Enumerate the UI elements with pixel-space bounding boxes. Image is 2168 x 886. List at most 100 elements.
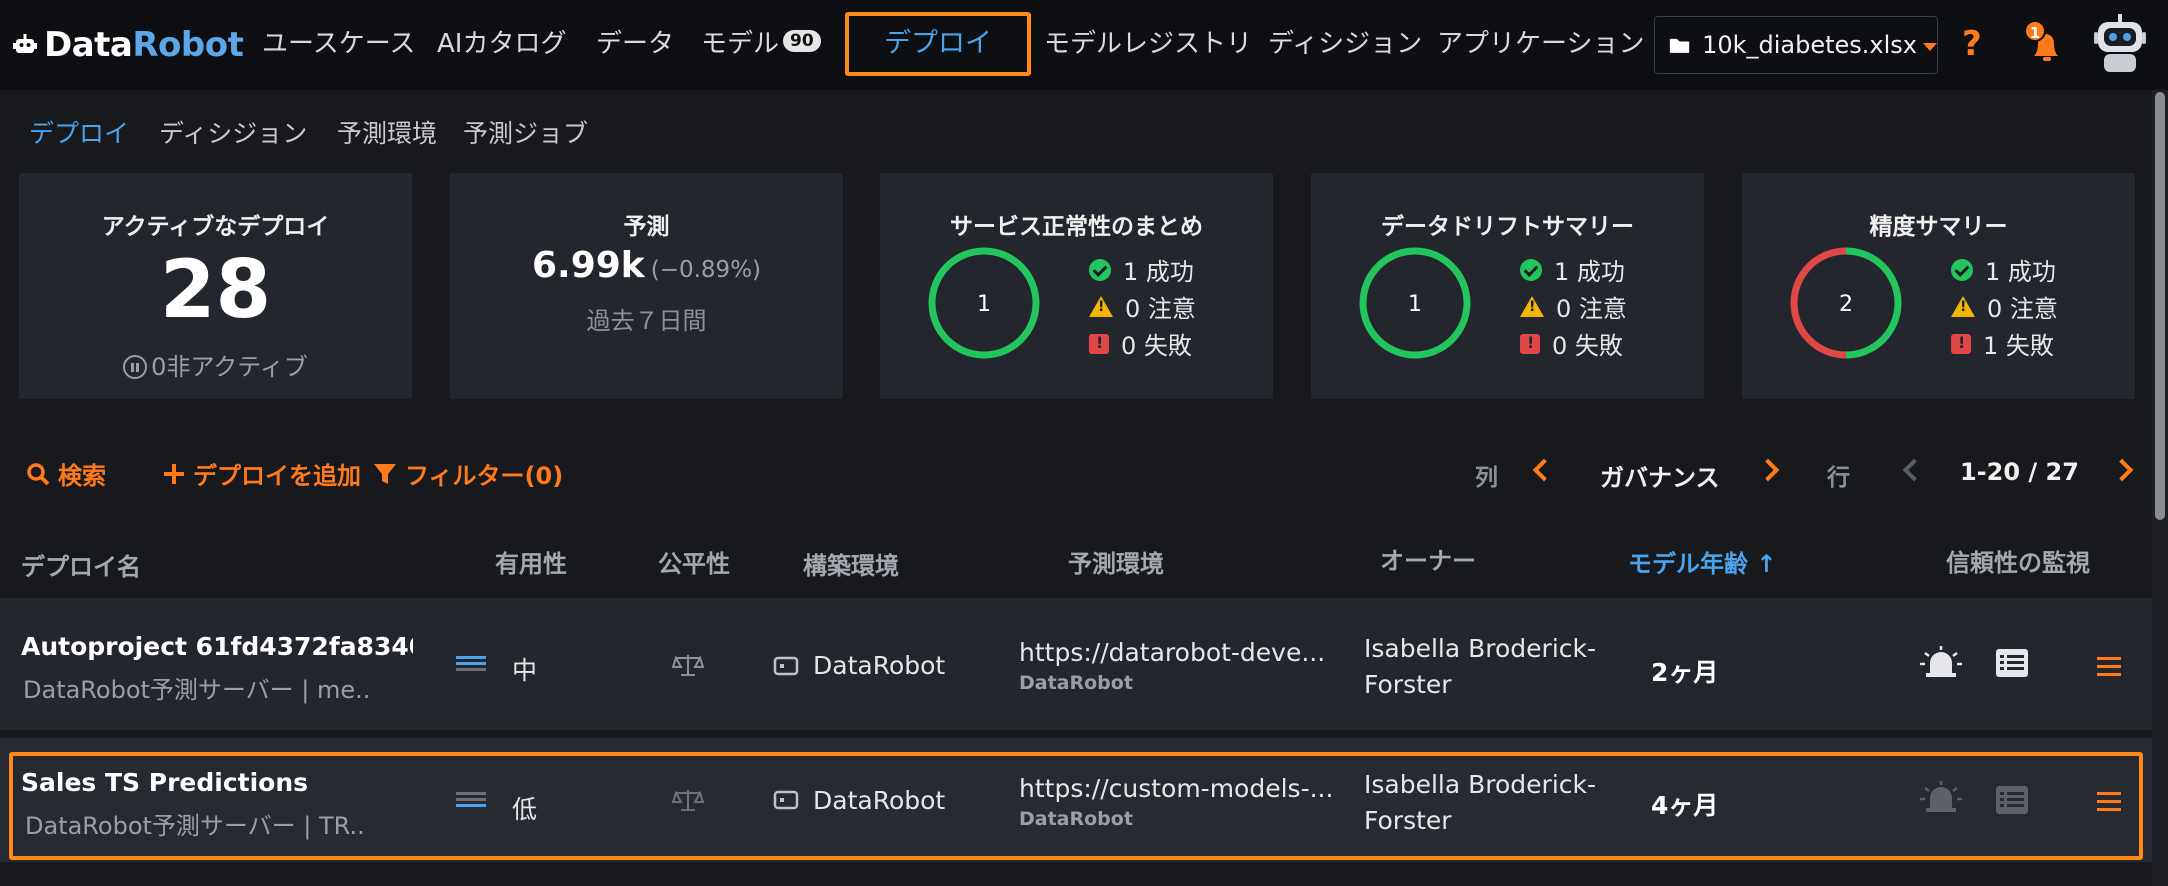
nav-ai-catalog[interactable]: AIカタログ [437, 24, 566, 64]
owner-name-line1: Isabella Broderick- [1364, 634, 1597, 663]
subtab-deployments[interactable]: デプロイ [29, 114, 129, 150]
ring-value: 1 [977, 292, 991, 317]
model-age: 2ヶ月 [1651, 658, 1719, 687]
ring-value: 2 [1839, 292, 1853, 317]
project-name: 10k_diabetes.xlsx [1702, 31, 1917, 59]
nav-model-registry[interactable]: モデルレジストリ [1044, 24, 1252, 64]
notification-count: 1 [2024, 20, 2046, 42]
subtab-decisions[interactable]: ディシジョン [159, 114, 307, 150]
success-check-icon [1951, 258, 1973, 281]
status-ring-chart: 2 [1790, 247, 1902, 359]
card-title: 予測 [623, 214, 670, 240]
nav-models[interactable]: モデル 90 [701, 24, 821, 64]
status-warning-label: 0 注意 [1125, 295, 1196, 323]
page-range-value: 1-20 [1960, 458, 2021, 486]
nav-applications[interactable]: アプリケーション [1437, 24, 1644, 64]
add-deployment-label: デプロイを追加 [193, 462, 361, 490]
subtab-prediction-environments[interactable]: 予測環境 [337, 114, 437, 150]
project-selector[interactable]: 10k_diabetes.xlsx [1654, 16, 1938, 74]
prediction-environment-platform: DataRobot [1019, 672, 1133, 694]
utility-bars-icon [456, 656, 486, 676]
status-failure-row: 0 失敗 [1089, 325, 1196, 362]
nav-usecases[interactable]: ユースケース [262, 24, 415, 64]
prediction-environment-url[interactable]: https://datarobot-deve... [1019, 638, 1325, 667]
notifications-button[interactable]: 1 [2024, 20, 2064, 66]
nav-data[interactable]: データ [596, 24, 674, 64]
columns-prev-icon[interactable] [1532, 458, 1556, 482]
filter-button[interactable]: フィルター(0) [373, 456, 563, 491]
selected-row-highlight [9, 752, 2143, 860]
subtab-prediction-jobs[interactable]: 予測ジョブ [463, 114, 588, 150]
brand-part-robot: Robot [132, 25, 244, 65]
alarm-siren-icon[interactable] [1920, 645, 1962, 679]
nav-deployments[interactable]: デプロイ [845, 12, 1031, 76]
column-header-fairness[interactable]: 公平性 [658, 544, 730, 579]
columns-next-icon[interactable] [1756, 458, 1780, 482]
accuracy-ring: 2 [1788, 245, 1904, 361]
accuracy-status-list: 1 成功 0 注意 1 失敗 [1951, 251, 2058, 362]
page-total: 27 [2045, 458, 2079, 486]
status-success-label: 1 成功 [1985, 258, 2056, 286]
column-header-name[interactable]: デプロイ名 [21, 547, 141, 582]
plus-icon [164, 463, 184, 484]
warning-triangle-icon [1520, 296, 1544, 317]
list-report-icon[interactable] [1995, 648, 2029, 678]
service-health-status-list: 1 成功 0 注意 0 失敗 [1089, 251, 1196, 362]
add-deployment-button[interactable]: デプロイを追加 [163, 456, 361, 491]
card-title: データドリフトサマリー [1381, 214, 1634, 240]
user-avatar[interactable] [2090, 12, 2150, 78]
page-next-icon[interactable] [2110, 458, 2134, 482]
brand-name: DataRobot [44, 25, 244, 65]
predictions-change: (−0.89%) [650, 257, 762, 283]
data-drift-ring: 1 [1357, 245, 1473, 361]
status-success-row: 1 成功 [1089, 251, 1196, 288]
card-title: サービス正常性のまとめ [950, 214, 1203, 240]
nav-models-label: モデル [701, 29, 780, 59]
success-check-icon [1520, 258, 1542, 281]
column-header-utility[interactable]: 有用性 [495, 544, 567, 579]
status-warning-row: 0 注意 [1520, 288, 1627, 325]
search-icon [27, 462, 50, 485]
predictions-value-row: 6.99k (−0.89%) [450, 245, 843, 286]
inactive-deployments: 0非アクティブ [19, 347, 412, 382]
fairness-scale-icon[interactable] [672, 652, 704, 678]
status-failure-label: 0 失敗 [1121, 332, 1192, 360]
predictions-card: 予測 6.99k (−0.89%) 過去７日間 [450, 173, 843, 399]
datarobot-logo[interactable]: DataRobot [12, 25, 244, 65]
utility-value: 中 [512, 656, 538, 685]
failure-alert-icon [1089, 333, 1109, 354]
failure-alert-icon [1951, 333, 1971, 354]
filter-label: フィルター(0) [405, 462, 564, 490]
status-failure-row: 0 失敗 [1520, 325, 1627, 362]
inactive-label: 0非アクティブ [151, 353, 308, 381]
column-header-build-env[interactable]: 構築環境 [803, 546, 899, 581]
status-failure-label: 0 失敗 [1552, 332, 1623, 360]
column-header-reliability[interactable]: 信頼性の監視 [1946, 543, 2090, 578]
columns-preset[interactable]: ガバナンス [1600, 458, 1720, 493]
status-success-label: 1 成功 [1554, 258, 1625, 286]
success-check-icon [1089, 258, 1111, 281]
deployment-name[interactable]: Autoproject 61fd4372fa8340277f9 [21, 632, 413, 661]
column-header-model-age[interactable]: モデル年齢 ↑ [1628, 544, 1776, 579]
nav-decisions[interactable]: ディシジョン [1268, 24, 1422, 64]
service-health-ring: 1 [926, 245, 1042, 361]
page-prev-icon[interactable] [1902, 458, 1926, 482]
failure-alert-icon [1520, 333, 1540, 354]
status-ring-chart: 1 [1359, 247, 1471, 359]
active-deployments-count: 28 [159, 243, 272, 336]
row-menu-icon[interactable] [2097, 657, 2121, 677]
models-count-badge: 90 [783, 30, 821, 52]
deployment-subtitle: DataRobot予測サーバー | me.. [23, 676, 371, 704]
status-warning-label: 0 注意 [1987, 295, 2058, 323]
brand-part-data: Data [44, 25, 133, 65]
column-header-owner[interactable]: オーナー [1380, 541, 1476, 576]
warning-triangle-icon [1089, 296, 1113, 317]
rows-label: 行 [1827, 465, 1850, 491]
help-icon[interactable]: ? [1962, 24, 1982, 64]
status-failure-label: 1 失敗 [1983, 332, 2054, 360]
service-health-card: サービス正常性のまとめ 1 1 成功 0 注意 0 失敗 [880, 173, 1273, 399]
search-button[interactable]: 検索 [26, 456, 106, 491]
scrollbar-thumb[interactable] [2155, 92, 2165, 520]
status-ring-chart: 1 [928, 247, 1040, 359]
column-header-prediction-env[interactable]: 予測環境 [1068, 544, 1164, 579]
